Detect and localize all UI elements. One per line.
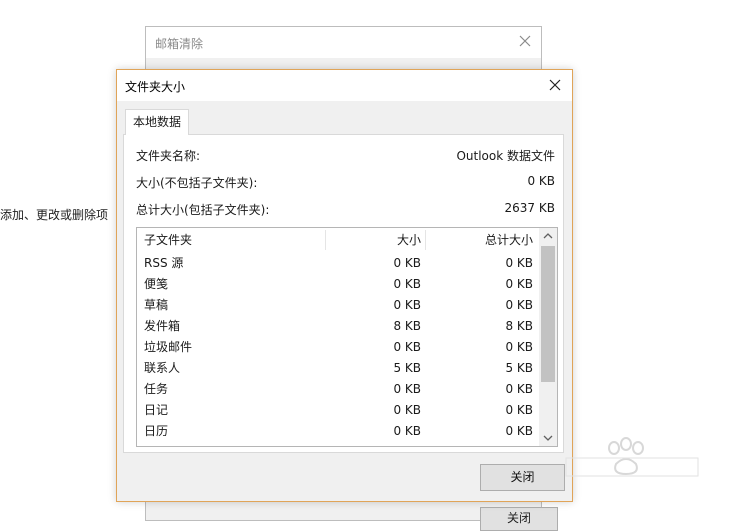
row-size: 0 KB [393,340,421,354]
row-total-size: 5 KB [505,361,533,375]
row-total-size: 0 KB [505,340,533,354]
row-folder-name: 草稿 [144,298,169,312]
folder-name-label: 文件夹名称: [136,149,201,163]
column-header-total-size[interactable]: 总计大小 [485,228,533,252]
chevron-up-icon[interactable] [539,228,557,245]
background-titlebar: 邮箱清除 [146,27,541,58]
size-value: 0 KB [527,174,555,188]
scrollbar-thumb[interactable] [541,246,555,382]
row-folder-name: 垃圾邮件 [144,340,193,354]
column-divider[interactable] [325,230,326,250]
list-item[interactable]: 发件箱 8 KB 8 KB [137,316,539,337]
background-close-button[interactable]: 关闭 [480,507,558,531]
close-icon[interactable] [546,76,564,94]
row-size: 0 KB [393,256,421,270]
folder-size-dialog: 文件夹大小 本地数据 文件夹名称: Outlook 数据文件 大小(不包括子文件… [116,69,573,502]
dialog-title: 文件夹大小 [125,80,186,94]
row-total-size: 0 KB [505,277,533,291]
list-item[interactable]: RSS 源 0 KB 0 KB [137,253,539,274]
chevron-down-icon[interactable] [539,429,557,446]
row-size: 0 KB [393,298,421,312]
list-item[interactable]: 便笺 0 KB 0 KB [137,274,539,295]
row-total-size: 0 KB [505,256,533,270]
list-item[interactable]: 日历 0 KB 0 KB [137,421,539,442]
list-item[interactable]: 日记 0 KB 0 KB [137,400,539,421]
folder-name-row: 文件夹名称: Outlook 数据文件 [136,147,555,165]
total-size-value: 2637 KB [504,201,555,215]
column-header-size[interactable]: 大小 [397,228,421,252]
row-size: 0 KB [393,403,421,417]
row-folder-name: RSS 源 [144,256,184,270]
row-folder-name: 日历 [144,424,169,438]
close-button[interactable]: 关闭 [480,464,565,491]
row-size: 5 KB [393,361,421,375]
size-label: 大小(不包括子文件夹): [136,176,258,190]
tab-local-data[interactable]: 本地数据 [125,109,190,135]
list-item[interactable]: 任务 0 KB 0 KB [137,379,539,400]
column-header-subfolder[interactable]: 子文件夹 [144,228,192,252]
total-size-row: 总计大小(包括子文件夹): 2637 KB [136,201,555,219]
close-icon[interactable] [516,32,534,50]
subfolder-list[interactable]: 子文件夹 大小 总计大小 RSS 源 0 KB 0 KB 便笺 0 KB 0 K… [136,227,558,447]
row-size: 0 KB [393,277,421,291]
vertical-scrollbar[interactable] [539,228,557,446]
row-size: 0 KB [393,424,421,438]
row-total-size: 0 KB [505,298,533,312]
background-side-text: 添加、更改或删除项 [0,208,109,222]
row-folder-name: 便笺 [144,277,169,291]
total-size-label: 总计大小(包括子文件夹): [136,203,270,217]
row-total-size: 0 KB [505,424,533,438]
tab-panel: 文件夹名称: Outlook 数据文件 大小(不包括子文件夹): 0 KB 总计… [123,134,564,453]
size-row: 大小(不包括子文件夹): 0 KB [136,174,555,192]
list-header: 子文件夹 大小 总计大小 [137,228,539,252]
row-size: 8 KB [393,319,421,333]
dialog-titlebar: 文件夹大小 [117,70,572,101]
row-folder-name: 日记 [144,403,169,417]
list-item[interactable]: 联系人 5 KB 5 KB [137,358,539,379]
column-divider[interactable] [425,230,426,250]
list-item[interactable]: 垃圾邮件 0 KB 0 KB [137,337,539,358]
background-dialog-title: 邮箱清除 [155,37,204,51]
row-size: 0 KB [393,382,421,396]
row-total-size: 0 KB [505,403,533,417]
list-item[interactable]: 草稿 0 KB 0 KB [137,295,539,316]
folder-name-value: Outlook 数据文件 [456,149,555,163]
row-total-size: 8 KB [505,319,533,333]
row-folder-name: 发件箱 [144,319,181,333]
list-rows: RSS 源 0 KB 0 KB 便笺 0 KB 0 KB 草稿 0 KB 0 K… [137,253,539,442]
watermark-paw-icon [565,437,699,477]
row-folder-name: 联系人 [144,361,181,375]
row-folder-name: 任务 [144,382,169,396]
row-total-size: 0 KB [505,382,533,396]
